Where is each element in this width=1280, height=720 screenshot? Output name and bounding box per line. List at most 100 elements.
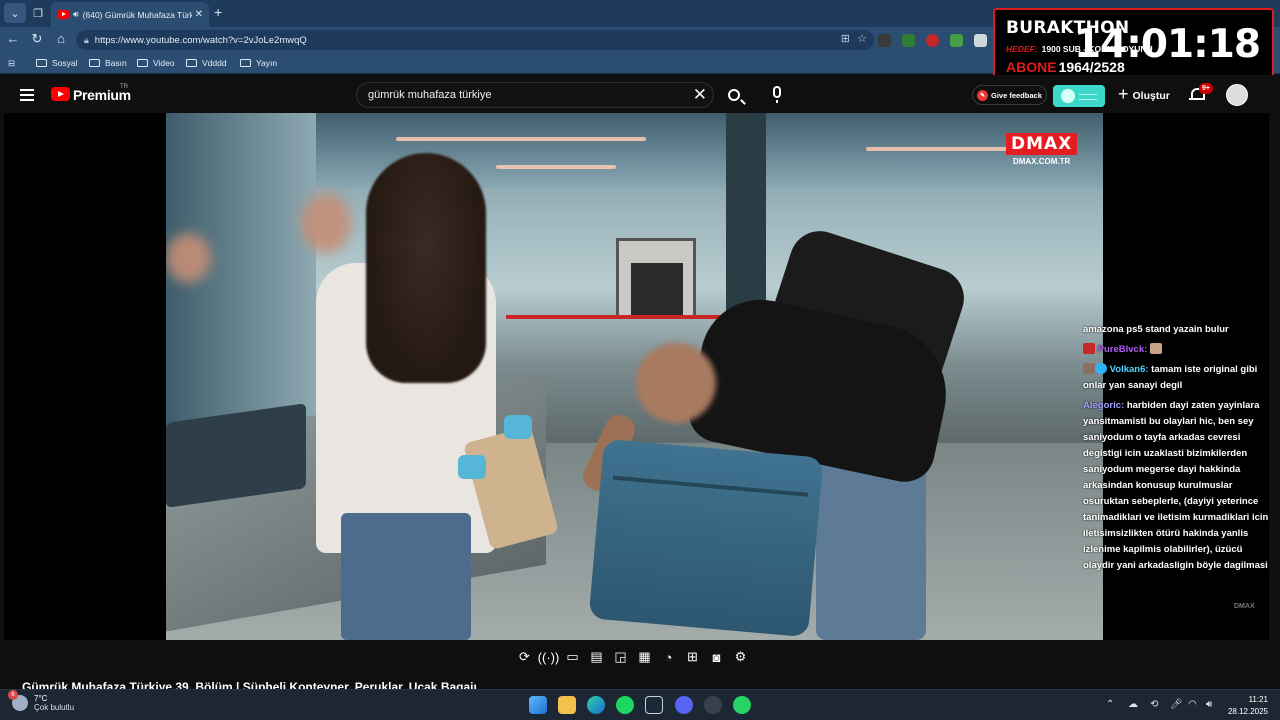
search-input[interactable]: gümrük muhafaza türkiye ✕ xyxy=(356,82,714,108)
extension-1-icon[interactable] xyxy=(878,34,891,47)
favorite-star-icon[interactable]: ☆ xyxy=(857,32,867,45)
folder-icon xyxy=(137,59,148,67)
chat-message: PureBlvck: xyxy=(1083,342,1273,358)
extension-5-icon[interactable] xyxy=(974,34,987,47)
overlay-clock: 14:01:18 xyxy=(1073,22,1261,67)
picture-in-picture-icon[interactable]: ◲ xyxy=(611,648,630,666)
folder-icon xyxy=(89,59,100,67)
new-tab-button[interactable]: + xyxy=(214,4,222,20)
folder-icon xyxy=(186,59,197,67)
scene-xray-machine xyxy=(616,238,696,318)
speed-gauge-icon[interactable]: ◔ xyxy=(659,648,678,666)
discord-icon[interactable] xyxy=(675,696,693,714)
speaker-icon[interactable]: 🔊︎ xyxy=(73,9,79,20)
reading-list-icon[interactable]: ⊟ xyxy=(8,58,15,69)
video-player[interactable]: DMAX DMAX.COM.TR xyxy=(4,113,1269,640)
bookmark-yayin[interactable]: Yayın xyxy=(240,58,277,68)
microphone-icon[interactable]: 🎤︎ xyxy=(1170,699,1183,710)
emote-icon xyxy=(1149,343,1162,354)
chat-message: amazona ps5 stand yazain bulur xyxy=(1083,324,1229,335)
loop-icon[interactable]: ⟳ xyxy=(515,648,534,666)
plus-icon: + xyxy=(1118,84,1129,104)
extension-widget-button[interactable] xyxy=(1053,85,1105,107)
home-icon[interactable]: ⌂ xyxy=(52,31,70,46)
settings-gear-icon[interactable]: ⚙ xyxy=(731,648,750,666)
steam-icon[interactable] xyxy=(645,696,663,714)
system-clock[interactable]: 11:21 28.12.2025 xyxy=(1228,694,1268,718)
scene-blurred-face xyxy=(166,233,211,283)
wifi-icon[interactable]: ◠ xyxy=(1188,699,1197,710)
back-arrow-icon[interactable]: ← xyxy=(4,31,22,46)
edge-browser-icon[interactable] xyxy=(587,696,605,714)
chat-username: PureBlvck: xyxy=(1097,344,1148,355)
menu-hamburger-icon[interactable] xyxy=(20,89,34,104)
file-explorer-icon[interactable] xyxy=(558,696,576,714)
user-badge-icon xyxy=(1083,363,1095,374)
voice-search-mic-icon[interactable] xyxy=(773,86,781,103)
chat-username: Volkan6: xyxy=(1109,364,1149,375)
reload-icon[interactable]: ↻ xyxy=(28,31,46,47)
weather-cloud-icon: 6 xyxy=(8,690,28,711)
bookmark-sosyal[interactable]: Sosyal xyxy=(36,58,78,68)
scene-suitcase xyxy=(588,438,824,638)
add-frame-icon[interactable]: ⊞ xyxy=(683,648,702,666)
tab-actions-chevron-icon[interactable]: ⌄ xyxy=(4,3,26,23)
folder-icon xyxy=(36,59,47,67)
autoplay-icon[interactable]: ▭ xyxy=(563,648,582,666)
search-icon xyxy=(728,89,740,101)
bookmark-video[interactable]: Video xyxy=(137,58,175,68)
user-badge-icon xyxy=(1083,343,1095,354)
cloud-icon[interactable]: ☁ xyxy=(1128,699,1138,710)
youtube-favicon-icon xyxy=(57,10,69,19)
scene-glove xyxy=(504,415,532,439)
lock-icon: 🔒︎ xyxy=(84,34,89,45)
create-button[interactable]: + Oluştur xyxy=(1118,84,1170,105)
app-available-icon[interactable]: ⊞ xyxy=(841,32,850,45)
avatar[interactable] xyxy=(1226,84,1248,106)
show-hidden-icons-chevron-icon[interactable]: ⌃ xyxy=(1106,699,1114,710)
scene-glove xyxy=(458,455,486,479)
scene-light xyxy=(496,165,616,169)
broadcast-icon[interactable]: ((·)) xyxy=(538,648,560,666)
youtube-header: Premium TR gümrük muhafaza türkiye ✕ ✎ G… xyxy=(0,75,1280,115)
youtube-logo-icon[interactable] xyxy=(51,87,70,101)
screenshot-camera-icon[interactable]: ◙ xyxy=(707,648,726,666)
workspaces-icon[interactable]: ❐ xyxy=(27,3,49,23)
spotify-icon[interactable] xyxy=(616,696,634,714)
search-query: gümrük muhafaza türkiye xyxy=(368,89,492,101)
give-feedback-button[interactable]: ✎ Give feedback xyxy=(972,85,1047,105)
volume-icon[interactable]: 🔊︎ xyxy=(1206,699,1212,710)
bookmark-basin[interactable]: Basın xyxy=(89,58,127,68)
weather-widget[interactable]: 6 7°C Çok bulutlu xyxy=(8,690,75,712)
chat-message: Alegoric: harbiden dayi zaten yayinlara … xyxy=(1083,400,1269,571)
tab-close-icon[interactable]: ✕ xyxy=(195,9,203,20)
extension-4-icon[interactable] xyxy=(950,34,963,47)
windows-start-icon[interactable] xyxy=(529,696,547,714)
app-icon[interactable] xyxy=(704,696,722,714)
scene-man-head-blurred xyxy=(636,343,716,423)
scene-woman-jeans xyxy=(341,513,471,640)
extension-2-icon[interactable] xyxy=(902,34,915,47)
stream-overlay: BURAKTHON HEDEF: 1900 SUB - KORKU OYUNU … xyxy=(993,8,1274,85)
sync-icon[interactable]: ⟲ xyxy=(1150,699,1158,710)
scene-blurred-face xyxy=(301,193,351,253)
tab-title: (640) Gümrük Muhafaza Türkiye xyxy=(82,9,192,20)
notification-badge: 9+ xyxy=(1199,83,1213,94)
verified-badge-icon xyxy=(1095,363,1107,374)
weather-condition: Çok bulutlu xyxy=(34,703,75,712)
extension-3-icon[interactable] xyxy=(926,34,939,47)
whatsapp-icon[interactable] xyxy=(733,696,751,714)
search-button[interactable] xyxy=(718,82,750,108)
theater-mode-icon[interactable]: ▦ xyxy=(635,648,654,666)
video-frame[interactable]: DMAX DMAX.COM.TR xyxy=(166,113,1103,640)
weather-badge: 6 xyxy=(8,690,18,700)
tab-youtube[interactable]: 🔊︎ (640) Gümrük Muhafaza Türkiye ✕ xyxy=(51,2,209,27)
address-bar[interactable]: 🔒︎ https://www.youtube.com/watch?v=2vJoL… xyxy=(76,30,874,50)
clear-search-icon[interactable]: ✕ xyxy=(693,85,707,105)
bookmark-vdddd[interactable]: Vdddd xyxy=(186,58,227,68)
region-code: TR xyxy=(120,84,128,90)
url-text: https://www.youtube.com/watch?v=2vJoLe2m… xyxy=(94,34,307,46)
clapper-icon[interactable]: ▤ xyxy=(587,648,606,666)
player-controls: ⟳ ((·)) ▭ ▤ ◲ ▦ ◔ ⊞ ◙ ⚙ xyxy=(515,648,750,666)
feedback-icon: ✎ xyxy=(977,89,988,101)
